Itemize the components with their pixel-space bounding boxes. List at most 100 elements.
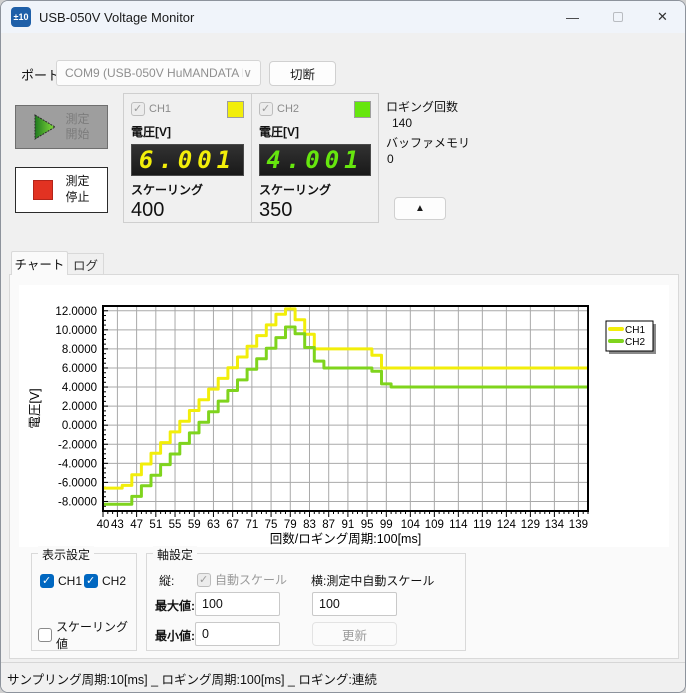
ch1-voltage-label: 電圧[V] [131,123,244,140]
disconnect-button-label: 切断 [290,64,315,83]
svg-text:95: 95 [361,519,374,531]
svg-text:79: 79 [284,519,297,531]
min-value-input[interactable] [195,622,280,646]
disconnect-button[interactable]: 切断 [269,61,336,86]
checkbox [38,628,52,642]
ch2-scaling-label: スケーリング [259,181,371,198]
channel-group: ✓ CH1 電圧[V] 6.001 スケーリング 400 ✓ CH2 電圧[V]… [123,93,379,223]
svg-text:75: 75 [265,519,278,531]
ch1-scaling-value: 400 [131,199,244,222]
max-value-input[interactable] [195,592,280,616]
logging-count-value: 140 [392,116,412,130]
port-select-value: COM9 (USB-050V HuMANDATA LTD.) [65,66,243,80]
svg-text:-8.0000: -8.0000 [58,496,97,508]
maximize-icon [613,12,623,22]
minimize-icon: — [566,10,579,25]
svg-text:63: 63 [207,519,220,531]
status-bar-text: サンプリング周期:10[ms] _ ロギング周期:100[ms] _ ロギング:… [7,669,377,688]
tab-chart[interactable]: チャート [11,251,68,275]
ch1-line [103,309,588,488]
min-value-label: 最小値: [155,627,195,644]
svg-text:0.0000: 0.0000 [62,420,97,432]
auto-scale-label: 自動スケール [215,571,287,588]
horizontal-range-input[interactable] [312,592,397,616]
ch2-visible-label: CH2 [102,574,126,588]
ch1-enabled-checkbox[interactable]: ✓ [131,102,145,116]
ch2-visible-checkbox[interactable]: ✓ CH2 [84,574,126,588]
update-button[interactable]: 更新 [312,622,397,646]
vertical-axis-label: 縦: [159,572,174,589]
ch1-name: CH1 [149,103,227,115]
stop-icon [33,180,53,200]
close-button[interactable]: ✕ [640,1,685,33]
svg-text:-6.0000: -6.0000 [58,477,97,489]
svg-text:-2.0000: -2.0000 [58,439,97,451]
buffer-memory-value: 0 [387,152,394,166]
check-icon: ✓ [261,102,270,115]
tab-chart-label: チャート [15,254,65,273]
scaling-value-label: スケーリング値 [56,618,136,652]
title-bar: ±10 USB-050V Voltage Monitor — ✕ [1,1,685,33]
svg-text:139: 139 [569,519,588,531]
svg-text:8.0000: 8.0000 [62,344,97,356]
app-window: ±10 USB-050V Voltage Monitor — ✕ ポート COM… [0,0,686,693]
ch2-panel: ✓ CH2 電圧[V] 4.001 スケーリング 350 [251,94,378,222]
svg-text:-4.0000: -4.0000 [58,458,97,470]
play-icon [33,113,57,141]
axis-settings-group: 軸設定 縦: ✓ 自動スケール 横:測定中自動スケール 最大値: 最小値: 更新 [146,553,466,651]
minimize-button[interactable]: — [550,1,595,33]
ch1-voltage-display: 6.001 [131,144,244,176]
svg-text:55: 55 [169,519,182,531]
ch2-scaling-value: 350 [259,199,371,222]
voltage-chart: 12.000010.00008.00006.00004.00002.00000.… [19,285,669,547]
window-title: USB-050V Voltage Monitor [39,10,194,25]
max-value-label: 最大値: [155,597,195,614]
svg-text:109: 109 [425,519,444,531]
ch1-visible-checkbox[interactable]: ✓ CH1 [40,574,82,588]
svg-text:2.0000: 2.0000 [62,401,97,413]
svg-text:104: 104 [401,519,421,531]
svg-text:40: 40 [97,519,110,531]
port-label: ポート [21,65,60,84]
x-axis-title: 回数/ロギング周期:100[ms] [270,531,421,546]
app-icon-text: ±10 [14,12,29,22]
buffer-memory-label: バッファメモリ [386,134,470,151]
collapse-button[interactable]: ▲ [394,197,446,220]
svg-text:67: 67 [226,519,239,531]
svg-text:51: 51 [149,519,162,531]
measure-stop-button[interactable]: 測定停止 [15,167,108,213]
window-controls: — ✕ [550,1,685,33]
ch2-color-swatch [354,101,371,118]
svg-text:129: 129 [521,519,540,531]
ch2-name: CH2 [277,103,354,115]
scaling-value-checkbox[interactable]: スケーリング値 [38,618,136,652]
check-icon: ✓ [199,573,208,586]
svg-text:134: 134 [545,519,565,531]
checkbox: ✓ [197,573,211,587]
svg-text:91: 91 [342,519,355,531]
logging-count-label: ロギング回数 [386,98,458,115]
tab-log-label: ログ [73,255,98,274]
svg-text:71: 71 [245,519,258,531]
svg-text:59: 59 [188,519,201,531]
svg-text:10.0000: 10.0000 [55,325,97,337]
svg-text:43: 43 [111,519,124,531]
port-select[interactable]: COM9 (USB-050V HuMANDATA LTD.) ∨ [56,60,261,86]
measure-stop-label: 測定停止 [65,174,89,205]
up-arrow-icon: ▲ [415,203,425,214]
ch1-panel: ✓ CH1 電圧[V] 6.001 スケーリング 400 [124,94,251,222]
display-settings-title: 表示設定 [38,546,94,563]
measure-start-label: 測定開始 [65,112,89,142]
measure-start-button[interactable]: 測定開始 [15,105,108,149]
svg-text:CH2: CH2 [625,337,645,348]
app-icon: ±10 [11,7,31,27]
auto-scale-checkbox[interactable]: ✓ 自動スケール [197,571,287,588]
svg-text:99: 99 [380,519,393,531]
svg-text:CH1: CH1 [625,325,645,336]
tab-log[interactable]: ログ [68,253,104,275]
status-bar: サンプリング周期:10[ms] _ ロギング周期:100[ms] _ ロギング:… [1,662,685,693]
svg-text:119: 119 [473,519,491,531]
ch2-enabled-checkbox[interactable]: ✓ [259,102,273,116]
close-icon: ✕ [657,9,668,25]
maximize-button[interactable] [595,1,640,33]
